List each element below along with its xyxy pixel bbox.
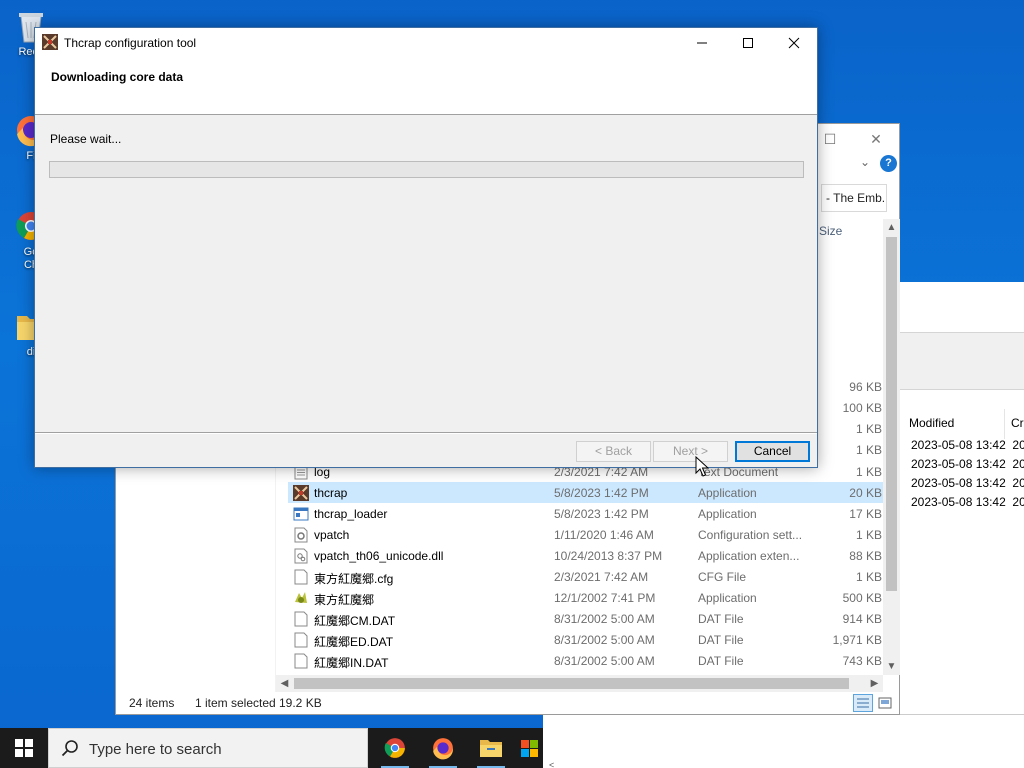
file-size: 1 KB	[855, 443, 882, 457]
file-row[interactable]: vpatch 1/11/2020 1:46 AM Configuration s…	[288, 524, 884, 545]
start-button[interactable]	[0, 728, 48, 768]
column-header-size[interactable]: Size	[819, 224, 842, 238]
config-file-icon	[294, 527, 308, 543]
dialog-titlebar[interactable]: Thcrap configuration tool	[35, 28, 817, 58]
file-row-selected[interactable]: thcrap 5/8/2023 1:42 PM Application 20 K…	[288, 482, 884, 503]
mouse-cursor-icon	[695, 456, 709, 477]
scroll-left-arrow-icon[interactable]: ◀	[276, 675, 293, 692]
file-row[interactable]: 東方紅魔郷 12/1/2002 7:41 PM Application 500 …	[288, 587, 884, 608]
game-app-icon	[295, 592, 307, 603]
column-header-modified[interactable]: Modified	[899, 409, 1005, 439]
back-button[interactable]: < Back	[576, 441, 651, 462]
thcrap-app-icon	[42, 34, 58, 50]
file-explorer-icon	[480, 740, 502, 757]
wizard-page-title: Downloading core data	[51, 70, 184, 84]
file-row[interactable]: 紅魔郷CM.DAT 8/31/2002 5:00 AM DAT File 914…	[288, 608, 884, 629]
thcrap-config-dialog: Thcrap configuration tool Downloading co…	[34, 27, 818, 468]
item-count: 24 items	[129, 696, 175, 710]
scroll-up-arrow-icon[interactable]: ▲	[883, 219, 900, 236]
column-header-created[interactable]: Cre	[1005, 409, 1024, 439]
vertical-scrollbar[interactable]: ▲ ▼	[883, 219, 900, 675]
maximize-button[interactable]	[725, 28, 771, 58]
scroll-down-arrow-icon[interactable]: ▼	[883, 658, 900, 675]
taskbar: Type here to search	[0, 728, 543, 768]
scrollbar-thumb[interactable]	[294, 678, 849, 689]
blank-file-icon	[294, 632, 308, 648]
file-row[interactable]: 紅魔郷ED.DAT 8/31/2002 5:00 AM DAT File 1,9…	[288, 629, 884, 650]
taskbar-chrome[interactable]	[371, 728, 419, 768]
minimize-button[interactable]	[679, 28, 725, 58]
close-button[interactable]	[771, 28, 817, 58]
windows-logo-icon	[15, 739, 33, 757]
maximize-icon	[743, 38, 753, 48]
scroll-left-arrow-icon[interactable]: <	[549, 760, 554, 768]
selection-size: 19.2 KB	[279, 696, 322, 710]
background-row: 2023-05-08 13:42 202	[911, 495, 1024, 509]
search-placeholder: Type here to search	[89, 741, 222, 758]
file-row[interactable]: thcrap_loader 5/8/2023 1:42 PM Applicati…	[288, 503, 884, 524]
explorer-title-controls: ☐ ✕	[807, 124, 899, 154]
background-row: 2023-05-08 13:42 202	[911, 438, 1024, 452]
background-window-bottom	[543, 714, 1024, 768]
dll-file-icon	[294, 548, 308, 564]
dialog-title: Thcrap configuration tool	[64, 36, 197, 50]
file-row[interactable]: 東方紅魔郷.cfg 2/3/2021 7:42 AM CFG File 1 KB	[288, 566, 884, 587]
footer-divider-highlight	[35, 433, 817, 434]
selection-count: 1 item selected	[195, 696, 276, 710]
progress-bar	[49, 161, 804, 178]
help-icon[interactable]: ?	[880, 155, 897, 172]
status-message: Please wait...	[50, 132, 122, 146]
close-icon	[788, 37, 800, 49]
large-icons-view-button[interactable]	[875, 694, 895, 712]
minimize-icon	[697, 42, 707, 44]
background-row: 2023-05-08 13:42 202	[911, 476, 1024, 490]
office-icon	[521, 740, 538, 757]
file-row[interactable]: 紅魔郷IN.DAT 8/31/2002 5:00 AM DAT File 743…	[288, 650, 884, 671]
file-row[interactable]: vpatch_th06_unicode.dll 10/24/2013 8:37 …	[288, 545, 884, 566]
file-size: 1 KB	[855, 422, 882, 436]
app-window-icon	[293, 507, 309, 521]
firefox-icon	[433, 738, 453, 760]
horizontal-scrollbar[interactable]: ◀ ▶	[276, 675, 883, 692]
taskbar-firefox[interactable]	[419, 728, 467, 768]
thcrap-app-icon	[293, 485, 309, 501]
details-view-button[interactable]	[853, 694, 873, 712]
cancel-button[interactable]: Cancel	[735, 441, 810, 462]
taskbar-search-box[interactable]: Type here to search	[48, 728, 368, 768]
file-size: 100 KB	[842, 401, 882, 415]
blank-file-icon	[294, 611, 308, 627]
taskbar-office[interactable]	[515, 728, 543, 768]
chrome-icon	[384, 738, 405, 758]
blank-file-icon	[294, 569, 308, 585]
next-button[interactable]: Next >	[653, 441, 728, 462]
close-button[interactable]: ✕	[853, 124, 899, 154]
status-bar: 24 items 1 item selected 19.2 KB	[116, 694, 899, 714]
search-icon	[61, 740, 78, 757]
background-window-toolbar	[899, 332, 1024, 390]
background-row: 2023-05-08 13:42 202	[911, 457, 1024, 471]
file-size: 96 KB	[849, 380, 882, 394]
breadcrumb[interactable]: - The Emb...	[821, 184, 887, 212]
blank-file-icon	[294, 653, 308, 669]
taskbar-file-explorer[interactable]	[467, 728, 515, 768]
background-window: Modified Cre 2023-05-08 13:42 202 2023-0…	[898, 282, 1024, 722]
wizard-header: Downloading core data	[35, 58, 817, 115]
scrollbar-thumb[interactable]	[886, 237, 897, 591]
scroll-right-arrow-icon[interactable]: ▶	[866, 675, 883, 692]
chevron-down-icon[interactable]: ⌄	[860, 155, 870, 169]
